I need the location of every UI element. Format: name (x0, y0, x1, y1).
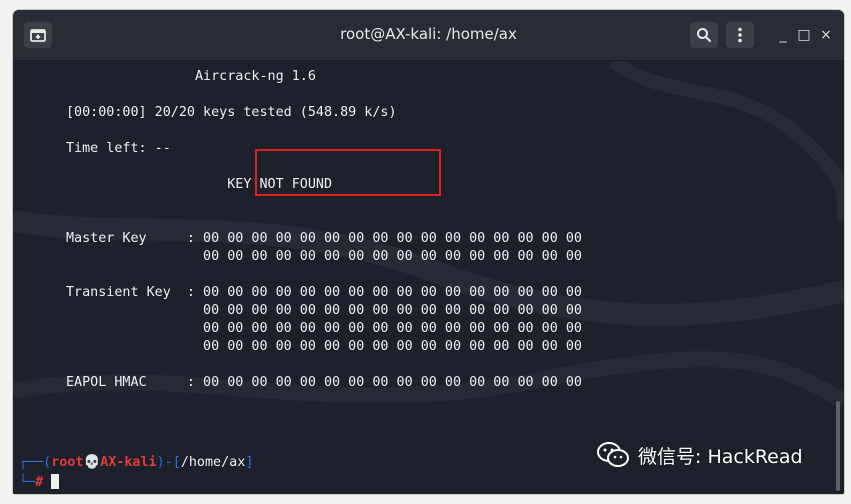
highlight-annotation-box (255, 149, 441, 196)
prompt-hash: # (35, 475, 44, 490)
master-key-line-1: Master Key : 00 00 00 00 00 00 00 00 00 … (66, 231, 582, 246)
transient-key-line-2: 00 00 00 00 00 00 00 00 00 00 00 00 00 0… (66, 303, 582, 318)
watermark-text: 微信号: HackRead (638, 445, 803, 468)
aircrack-header: Aircrack-ng 1.6 (66, 69, 316, 84)
terminal-window: root@AX-kali: /home/ax _ □ × Aircrack-ng… (13, 10, 844, 494)
text-cursor (51, 474, 60, 489)
keys-tested-line: [00:00:00] 20/20 keys tested (548.89 k/s… (66, 105, 397, 120)
prompt-close: ] (245, 455, 254, 470)
kali-dragon-background (13, 61, 844, 408)
transient-key-line-1: Transient Key : 00 00 00 00 00 00 00 00 … (66, 285, 582, 300)
terminal-output[interactable]: Aircrack-ng 1.6 [00:00:00] 20/20 keys te… (13, 61, 844, 494)
title-bar: root@AX-kali: /home/ax _ □ × (13, 10, 844, 61)
search-icon (697, 28, 712, 43)
prompt-mid: )-[ (156, 455, 181, 470)
minimize-button[interactable]: _ (775, 26, 791, 44)
prompt-open: ┌──( (19, 455, 52, 470)
eapol-hmac-line: EAPOL HMAC : 00 00 00 00 00 00 00 00 00 … (66, 375, 582, 390)
shell-prompt-line-2[interactable]: └─# (19, 474, 60, 490)
scrollbar[interactable] (836, 401, 840, 491)
kebab-menu-icon (738, 27, 742, 43)
wechat-watermark: 微信号: HackRead (596, 441, 803, 469)
search-button[interactable] (690, 22, 718, 48)
prompt-path: /home/ax (180, 455, 246, 470)
prompt-host: AX-kali (100, 455, 157, 470)
transient-key-line-4: 00 00 00 00 00 00 00 00 00 00 00 00 00 0… (66, 339, 582, 354)
time-left-line: Time left: -- (66, 141, 171, 156)
window-title: root@AX-kali: /home/ax (340, 25, 517, 43)
screenshot-frame: root@AX-kali: /home/ax _ □ × Aircrack-ng… (0, 0, 851, 504)
skull-icon: 💀 (83, 455, 101, 470)
maximize-button[interactable]: □ (796, 26, 812, 44)
prompt-user: root (51, 455, 84, 470)
master-key-line-2: 00 00 00 00 00 00 00 00 00 00 00 00 00 0… (66, 249, 582, 264)
transient-key-line-3: 00 00 00 00 00 00 00 00 00 00 00 00 00 0… (66, 321, 582, 336)
close-button[interactable]: × (818, 26, 834, 44)
menu-button[interactable] (726, 22, 754, 48)
wechat-icon (597, 442, 629, 467)
shell-prompt-line-1: ┌──(root💀AX-kali)-[/home/ax] (19, 455, 253, 470)
prompt-corner: └─ (19, 475, 36, 490)
